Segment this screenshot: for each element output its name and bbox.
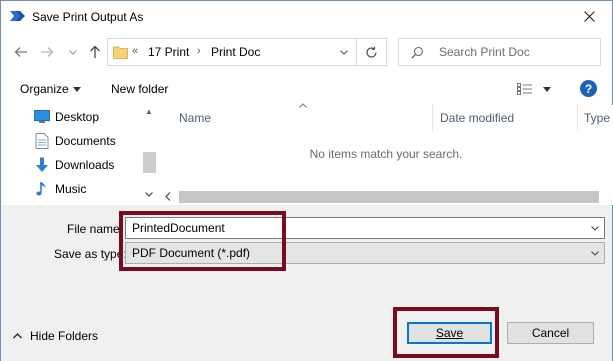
breadcrumb-overflow[interactable]: « [132, 45, 138, 57]
downloads-icon [34, 157, 50, 173]
chevron-down-icon[interactable] [591, 226, 599, 231]
up-button[interactable] [85, 42, 105, 62]
sidebar-item-downloads[interactable]: Downloads [34, 156, 114, 174]
file-name-label: File name: [67, 222, 124, 236]
sort-ascending-icon [299, 103, 307, 108]
help-icon[interactable]: ? [580, 80, 597, 97]
window-title: Save Print Output As [32, 10, 144, 24]
scrollbar-thumb[interactable] [179, 191, 599, 203]
breadcrumb-item[interactable]: 17 Print [148, 45, 189, 59]
arrow-up-icon [90, 45, 100, 58]
arrow-right-icon [41, 47, 54, 57]
folder-icon [113, 46, 128, 59]
scroll-up-icon[interactable]: ▲ [145, 107, 153, 116]
search-icon [411, 46, 424, 59]
address-dropdown-button[interactable] [333, 39, 355, 65]
breadcrumb-item[interactable]: Print Doc [211, 45, 260, 59]
address-bar[interactable]: « 17 Print › Print Doc [107, 38, 387, 66]
refresh-icon [366, 46, 377, 58]
sidebar-item-music[interactable]: Music [34, 180, 86, 198]
forward-button[interactable] [37, 42, 57, 62]
scrollbar-thumb[interactable] [143, 152, 156, 173]
view-options-icon[interactable] [517, 83, 533, 95]
chevron-down-icon [69, 49, 77, 55]
sidebar-item-desktop[interactable]: Desktop [34, 108, 99, 126]
chevron-down-icon [340, 49, 348, 55]
close-icon [583, 11, 595, 22]
desktop-icon [34, 109, 50, 125]
chevron-down-icon[interactable] [591, 251, 599, 256]
save-options-panel: File name: PrintedDocument Save as type:… [1, 205, 612, 361]
close-button[interactable] [566, 1, 612, 32]
column-header-date-modified[interactable]: Date modified [440, 111, 514, 125]
back-button[interactable] [11, 42, 31, 62]
column-divider[interactable] [577, 105, 578, 131]
save-dialog: Save Print Output As « 17 Print › Print … [0, 0, 613, 361]
sidebar-item-documents[interactable]: Documents [34, 132, 116, 150]
cancel-button[interactable]: Cancel [507, 322, 594, 344]
new-folder-button[interactable]: New folder [111, 82, 168, 96]
command-bar: Organize New folder ? [1, 73, 612, 105]
caret-down-icon[interactable] [543, 87, 551, 92]
title-bar: Save Print Output As [1, 1, 612, 33]
chevron-up-icon [13, 333, 22, 339]
column-header-name[interactable]: Name [179, 111, 211, 125]
arrow-left-icon [14, 47, 27, 57]
horizontal-scrollbar[interactable] [159, 188, 613, 205]
scroll-down-icon[interactable] [145, 192, 153, 197]
vertical-scrollbar[interactable]: ▲ [141, 105, 158, 205]
column-header-type[interactable]: Type [584, 111, 610, 125]
breadcrumb-separator: › [197, 45, 201, 57]
search-box[interactable]: Search Print Doc [398, 38, 601, 66]
caret-down-icon [73, 87, 81, 92]
refresh-button[interactable] [356, 39, 386, 65]
organize-button[interactable]: Organize [20, 82, 69, 96]
empty-message: No items match your search. [309, 147, 463, 161]
recent-locations-button[interactable] [63, 42, 83, 62]
annotation-highlight-save [393, 307, 499, 358]
scroll-left-icon[interactable] [165, 192, 171, 201]
navigation-bar: « 17 Print › Print Doc Search Print Doc [1, 33, 612, 71]
app-icon [10, 11, 25, 21]
cancel-button-label: Cancel [531, 326, 570, 340]
navigation-pane: Desktop Documents Downloads Music ▲ [1, 105, 159, 205]
music-icon [34, 181, 50, 197]
search-input[interactable]: Search Print Doc [439, 45, 530, 59]
save-as-type-label: Save as type: [54, 247, 127, 261]
file-list: Name Date modified Type No items match y… [159, 103, 613, 205]
annotation-highlight-fields [119, 211, 286, 271]
documents-icon [34, 133, 50, 149]
hide-folders-button[interactable]: Hide Folders [13, 329, 98, 343]
column-divider[interactable] [432, 105, 433, 131]
